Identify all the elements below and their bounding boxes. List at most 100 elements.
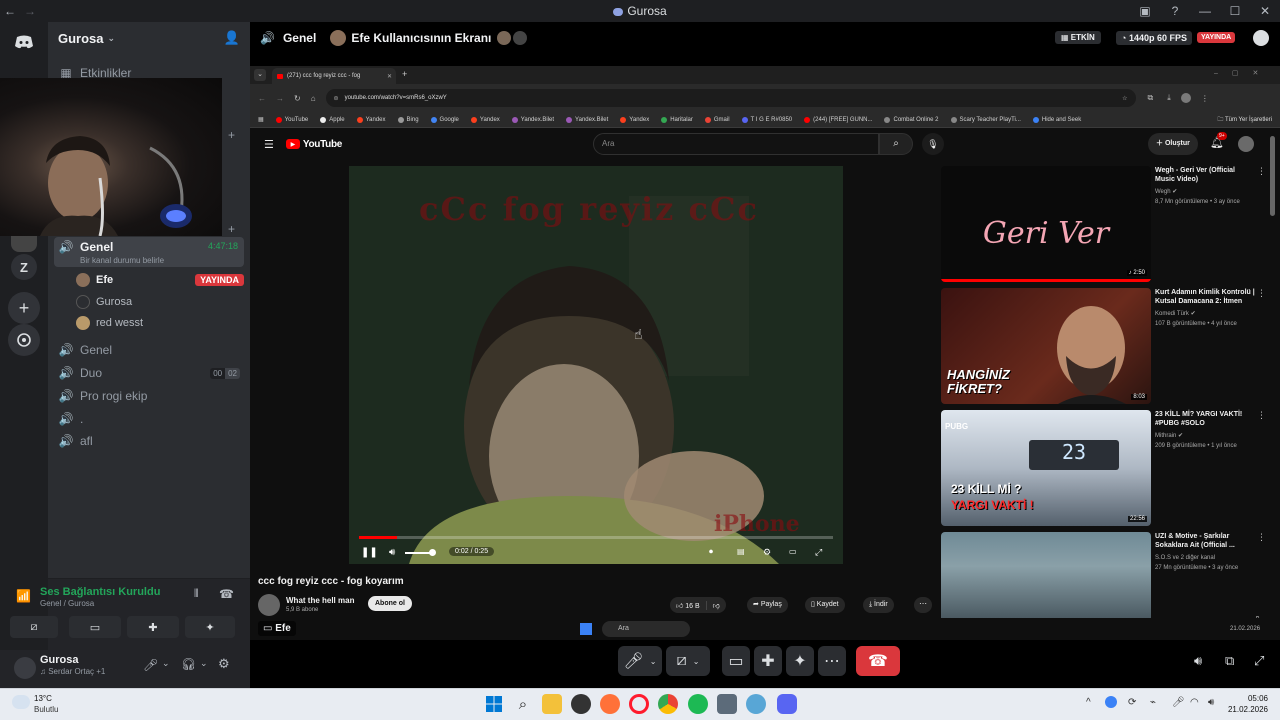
bookmark-scary-teacher[interactable]: Scary Teacher PlayTi... bbox=[950, 116, 1021, 123]
recommendation-more-icon[interactable]: ⋮ bbox=[1257, 410, 1266, 421]
bookmark-yandex-bilet-2[interactable]: Yandex.Bilet bbox=[566, 116, 608, 123]
activities-button[interactable]: ✚ bbox=[127, 616, 179, 638]
voice-status[interactable]: Ses Bağlantısı Kuruldu bbox=[40, 586, 160, 598]
hamburger-menu-icon[interactable]: ☰ bbox=[264, 138, 274, 151]
forward-icon[interactable]: → bbox=[276, 94, 284, 103]
like-button[interactable]: 👍︎ 16 B bbox=[670, 601, 706, 610]
channel-status[interactable]: Bir kanal durumu belirle bbox=[80, 256, 164, 265]
volume-icon[interactable]: 🔊︎ bbox=[1194, 653, 1202, 669]
dislike-button[interactable]: 👎︎ bbox=[705, 600, 726, 610]
create-button[interactable]: ＋ Oluştur bbox=[1148, 133, 1198, 155]
discord-app-icon[interactable] bbox=[777, 694, 797, 714]
save-button[interactable]: ▯ Kaydet bbox=[805, 597, 845, 613]
autoplay-toggle-icon[interactable]: ⏺ bbox=[709, 547, 713, 557]
signal-icon[interactable]: 📶 bbox=[16, 589, 31, 603]
calculator-icon[interactable] bbox=[717, 694, 737, 714]
quality-badge[interactable]: ◔ 1440p 60 FPS bbox=[1116, 31, 1192, 45]
username[interactable]: Gurosa bbox=[40, 654, 79, 666]
browser-tab[interactable]: (271) ccc fog reyiz ccc - fog ✕ bbox=[272, 68, 396, 84]
fullscreen-icon[interactable]: ⤢ bbox=[1254, 653, 1264, 669]
recommendation-title[interactable]: 23 KİLL Mİ? YARGI VAKTİ! #PUBG #SOLO bbox=[1155, 410, 1255, 428]
youtube-logo[interactable]: ▶ YouTube bbox=[285, 139, 342, 150]
maximize-button[interactable]: ☐ bbox=[1220, 0, 1250, 22]
more-options-button[interactable]: ⋯ bbox=[818, 646, 846, 676]
headphones-icon[interactable]: 🎧︎ bbox=[181, 657, 196, 671]
weather-temp[interactable]: 13°C bbox=[34, 694, 52, 703]
back-icon[interactable]: ← bbox=[258, 94, 266, 103]
tray-sync-icon[interactable]: ⟳ bbox=[1128, 697, 1136, 708]
settings-gear-icon[interactable]: ⚙ bbox=[218, 656, 230, 672]
disconnect-button[interactable]: ☎ bbox=[856, 646, 900, 676]
chat-icon[interactable] bbox=[1253, 30, 1269, 46]
all-bookmarks[interactable]: 🗀 Tüm Yer İşaretleri bbox=[1217, 115, 1272, 125]
bookmark-hide-and-seek[interactable]: Hide and Seek bbox=[1032, 116, 1081, 123]
window-controls[interactable]: –▢✕ bbox=[1214, 69, 1272, 77]
download-icon[interactable]: ⤓ bbox=[1167, 93, 1171, 103]
windows-start-button[interactable] bbox=[484, 694, 504, 714]
extensions-icon[interactable]: ⧉ bbox=[1148, 93, 1154, 103]
chevron-down-icon[interactable]: ⌄ bbox=[162, 658, 170, 669]
voice-channel-duo[interactable]: 🔊 Duo 00 02 bbox=[54, 362, 244, 384]
active-voice-channel[interactable]: 🔊 Genel Bir kanal durumu belirle 4:47:18 bbox=[54, 237, 244, 267]
firefox-icon[interactable] bbox=[600, 694, 620, 714]
invite-icon[interactable]: 👤 bbox=[224, 30, 240, 46]
bookmark-bing[interactable]: Bing bbox=[397, 116, 419, 123]
channel-name[interactable]: What the hell man bbox=[286, 596, 354, 605]
bookmark-youtube[interactable]: YouTube bbox=[275, 116, 308, 123]
voice-channel-genel[interactable]: 🔊 Genel bbox=[54, 339, 244, 361]
voice-user-efe[interactable]: Efe YAYINDA bbox=[76, 270, 244, 290]
recommendation-more-icon[interactable]: ⋮ bbox=[1257, 166, 1266, 177]
bookmark-gmail[interactable]: Gmail bbox=[704, 116, 730, 123]
activities-button[interactable]: ✚ bbox=[754, 646, 782, 676]
avatar[interactable] bbox=[14, 657, 36, 679]
channel-avatar[interactable] bbox=[258, 594, 280, 616]
tray-microphone-icon[interactable]: 🎤︎ bbox=[1172, 697, 1185, 708]
pause-icon[interactable]: ❚❚ bbox=[361, 547, 378, 558]
forward-arrow-icon[interactable]: → bbox=[20, 4, 40, 18]
soundboard-button[interactable]: ✦ bbox=[786, 646, 814, 676]
video-player[interactable]: cCc fog reyiz cCc iPhone ☝ ❚❚ 🔊︎ 0:02 / … bbox=[349, 166, 843, 564]
recommendation-channel[interactable]: Wegh ✔ bbox=[1155, 188, 1255, 196]
theater-mode-icon[interactable]: ▭ bbox=[789, 547, 797, 556]
bookmark-yandex-2[interactable]: Yandex bbox=[470, 116, 500, 123]
camera-button[interactable]: ⧄ ⌄ bbox=[666, 646, 710, 676]
share-screen-button[interactable]: ▭ bbox=[69, 616, 121, 638]
create-channel-icon-2[interactable]: + bbox=[228, 222, 235, 236]
fullscreen-icon[interactable]: ⤢ bbox=[815, 547, 822, 558]
weather-desc[interactable]: Bulutlu bbox=[34, 705, 58, 714]
recommendation-thumbnail[interactable]: HANGİNİZ FİKRET? 8:03 bbox=[941, 288, 1151, 404]
tray-app-icon[interactable] bbox=[1105, 696, 1117, 708]
home-icon[interactable]: ⌂ bbox=[311, 94, 316, 103]
bookmark-yandex[interactable]: Yandex bbox=[356, 116, 386, 123]
subtitles-icon[interactable]: ▤ bbox=[737, 547, 745, 556]
remote-search-box[interactable]: Ara bbox=[602, 621, 690, 637]
voice-user-red-wesst[interactable]: red wesst bbox=[76, 313, 244, 333]
close-tab-icon[interactable]: ✕ bbox=[387, 73, 392, 80]
tray-overflow-icon[interactable]: ^ bbox=[1086, 697, 1091, 708]
clock-time[interactable]: 05:06 bbox=[1172, 694, 1268, 703]
settings-app-icon[interactable] bbox=[746, 694, 766, 714]
chrome-icon[interactable] bbox=[658, 694, 678, 714]
voice-channel-afl[interactable]: 🔊 afl bbox=[54, 430, 244, 452]
progress-track[interactable] bbox=[359, 536, 833, 539]
back-arrow-icon[interactable]: ← bbox=[0, 4, 20, 18]
weather-icon[interactable] bbox=[12, 695, 30, 709]
chevron-down-icon-2[interactable]: ⌄ bbox=[200, 658, 208, 669]
file-explorer-icon[interactable] bbox=[542, 694, 562, 714]
windows-start-icon[interactable] bbox=[580, 623, 592, 635]
address-bar[interactable]: ⊜ youtube.com/watch?v=smRs6_oXzwY ☆ bbox=[325, 89, 1136, 107]
bookmark-combat-online[interactable]: Combat Online 2 bbox=[884, 116, 939, 123]
bookmark-star-icon[interactable]: ☆ bbox=[1122, 95, 1127, 102]
help-icon[interactable]: ? bbox=[1160, 0, 1190, 22]
close-button[interactable]: ✕ bbox=[1250, 0, 1280, 22]
voice-location[interactable]: Genel / Gurosa bbox=[40, 599, 94, 608]
bookmark-google[interactable]: Google bbox=[430, 116, 459, 123]
youtube-search-input[interactable]: Ara bbox=[593, 133, 879, 155]
voice-channel-dot[interactable]: 🔊. bbox=[54, 408, 244, 430]
discord-home-icon[interactable] bbox=[8, 26, 40, 58]
spotify-icon[interactable] bbox=[688, 694, 708, 714]
add-server-icon[interactable]: + bbox=[8, 292, 40, 324]
bookmark-apple[interactable]: Apple bbox=[320, 116, 345, 123]
volume-knob[interactable] bbox=[429, 549, 436, 556]
menu-icon[interactable]: ⋮ bbox=[1201, 94, 1209, 103]
